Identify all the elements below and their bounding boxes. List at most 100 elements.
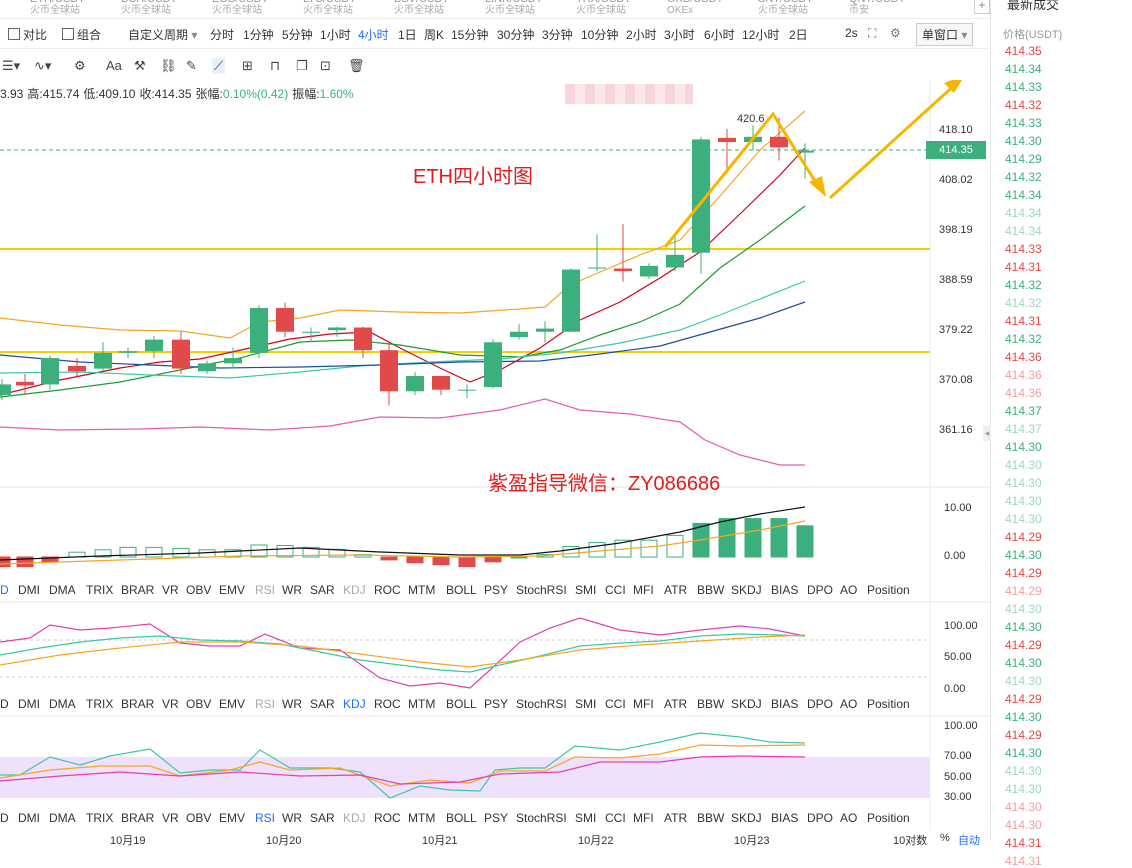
- indicator-tab[interactable]: RSI: [255, 697, 275, 711]
- period-option[interactable]: 4小时: [358, 26, 389, 43]
- period-option[interactable]: 30分钟: [497, 26, 534, 43]
- window-mode-select[interactable]: 单窗口 ▾: [916, 23, 974, 46]
- indicator-tab[interactable]: DMA: [49, 583, 76, 597]
- fullscreen-icon[interactable]: ⛶: [868, 26, 876, 41]
- period-option[interactable]: 1日: [398, 26, 417, 43]
- settings-icon[interactable]: ⚙: [890, 26, 901, 40]
- delete-icon[interactable]: 🗑: [348, 58, 365, 74]
- indicator-icon[interactable]: ∿▾: [34, 58, 51, 74]
- indicator-tab[interactable]: EMV: [219, 697, 245, 711]
- indicator-tab[interactable]: StochRSI: [516, 583, 567, 597]
- indicator-tab[interactable]: BBW: [697, 697, 724, 711]
- indicator-tab[interactable]: SMI: [575, 697, 596, 711]
- menu-icon[interactable]: ☰▾: [2, 58, 20, 74]
- indicator-tab[interactable]: WR: [282, 697, 302, 711]
- indicator-tab[interactable]: ATR: [664, 583, 687, 597]
- pair-tab[interactable]: ETH/USDT火币全球站: [30, 0, 120, 16]
- indicator-tab[interactable]: KDJ: [343, 811, 366, 825]
- pair-tab[interactable]: LINK/USDT火币全球站: [485, 0, 575, 16]
- pair-tab[interactable]: OKB/USDTOKEx: [667, 0, 757, 16]
- period-option[interactable]: 3分钟: [542, 26, 573, 43]
- indicator-tab[interactable]: KDJ: [343, 697, 366, 711]
- period-option[interactable]: 6小时: [704, 26, 735, 43]
- indicator-tab[interactable]: MTM: [408, 697, 435, 711]
- combine-button[interactable]: 组合: [62, 26, 101, 43]
- indicator-tab[interactable]: MFI: [633, 583, 654, 597]
- log-toggle[interactable]: 10对数: [893, 832, 927, 848]
- indicator-tab[interactable]: MTM: [408, 583, 435, 597]
- period-option[interactable]: 1小时: [320, 26, 351, 43]
- indicator-tab[interactable]: TRIX: [86, 697, 113, 711]
- indicator-tab[interactable]: DPO: [807, 811, 833, 825]
- indicator-tab[interactable]: AO: [840, 811, 857, 825]
- indicator-tab[interactable]: BIAS: [771, 697, 798, 711]
- indicator-tab[interactable]: AO: [840, 697, 857, 711]
- indicator-tab[interactable]: RSI: [255, 811, 275, 825]
- indicator-tab[interactable]: Position: [867, 697, 910, 711]
- indicator-tab[interactable]: CCI: [605, 697, 626, 711]
- period-option[interactable]: 1分钟: [243, 26, 274, 43]
- indicator-tab[interactable]: PSY: [484, 583, 508, 597]
- indicator-tab[interactable]: PSY: [484, 811, 508, 825]
- pair-tab[interactable]: SNT/USDT火币全球站: [758, 0, 848, 16]
- indicator-tab[interactable]: CCI: [605, 583, 626, 597]
- indicator-tab[interactable]: WR: [282, 811, 302, 825]
- indicator-tab[interactable]: StochRSI: [516, 811, 567, 825]
- indicator-tab[interactable]: BRAR: [121, 811, 154, 825]
- indicator-tab[interactable]: MTM: [408, 811, 435, 825]
- indicator-tab[interactable]: AO: [840, 583, 857, 597]
- period-option[interactable]: 10分钟: [581, 26, 618, 43]
- indicator-tab[interactable]: DMA: [49, 811, 76, 825]
- indicator-tab[interactable]: VR: [162, 811, 179, 825]
- add-pair-button[interactable]: +: [974, 0, 990, 14]
- auto-toggle[interactable]: 自动: [958, 832, 980, 848]
- indicator-tab[interactable]: BRAR: [121, 583, 154, 597]
- indicator-tab[interactable]: SKDJ: [731, 583, 762, 597]
- indicator-tab[interactable]: BBW: [697, 583, 724, 597]
- chart-area[interactable]: [0, 80, 990, 841]
- compare-button[interactable]: 对比: [8, 26, 47, 43]
- period-option[interactable]: 分时: [210, 26, 234, 43]
- refresh-interval[interactable]: 2s: [845, 26, 858, 40]
- indicator-tab[interactable]: DMI: [18, 811, 40, 825]
- indicator-tab[interactable]: CCI: [605, 811, 626, 825]
- screenshot-icon[interactable]: ⊡: [320, 58, 331, 74]
- pair-tab[interactable]: TRX/USDT火币全球站: [576, 0, 666, 16]
- indicator-tab[interactable]: EMV: [219, 811, 245, 825]
- indicator-tab[interactable]: DPO: [807, 697, 833, 711]
- period-option[interactable]: 3小时: [664, 26, 695, 43]
- indicator-tab[interactable]: BIAS: [771, 583, 798, 597]
- indicator-tab[interactable]: SKDJ: [731, 697, 762, 711]
- indicator-tab[interactable]: StochRSI: [516, 697, 567, 711]
- indicator-tab[interactable]: BIAS: [771, 811, 798, 825]
- indicator-tab[interactable]: BOLL: [446, 697, 477, 711]
- text-tool-icon[interactable]: Aa: [106, 58, 122, 73]
- indicator-tab[interactable]: DMI: [18, 583, 40, 597]
- indicator-tab[interactable]: OBV: [186, 697, 211, 711]
- period-option[interactable]: 周K: [424, 26, 444, 43]
- collapse-handle[interactable]: ◂: [983, 425, 991, 441]
- indicator-tab[interactable]: OBV: [186, 811, 211, 825]
- indicator-tab[interactable]: DMI: [18, 697, 40, 711]
- pair-tab[interactable]: BSV/USDT火币全球站: [394, 0, 484, 16]
- indicator-tab[interactable]: SAR: [310, 811, 335, 825]
- measure-icon[interactable]: ⊞: [242, 58, 253, 74]
- indicator-tab[interactable]: ATR: [664, 697, 687, 711]
- lock-icon[interactable]: ⊓: [270, 58, 280, 74]
- period-option[interactable]: 2小时: [626, 26, 657, 43]
- indicator-tab[interactable]: ROC: [374, 583, 401, 597]
- indicator-tab[interactable]: TRIX: [86, 811, 113, 825]
- indicator-tab[interactable]: MFI: [633, 811, 654, 825]
- indicator-tab[interactable]: TRIX: [86, 583, 113, 597]
- indicator-tab[interactable]: D: [0, 811, 9, 825]
- pair-tab[interactable]: QNT/USDT币安: [849, 0, 939, 16]
- period-option[interactable]: 15分钟: [451, 26, 488, 43]
- indicator-tab[interactable]: ROC: [374, 811, 401, 825]
- custom-period-dropdown[interactable]: 自定义周期 ▾: [128, 26, 197, 43]
- period-option[interactable]: 12小时: [742, 26, 779, 43]
- period-option[interactable]: 5分钟: [282, 26, 313, 43]
- indicator-tab[interactable]: Position: [867, 811, 910, 825]
- indicator-tab[interactable]: SAR: [310, 583, 335, 597]
- indicator-tab[interactable]: PSY: [484, 697, 508, 711]
- percent-toggle[interactable]: %: [940, 832, 950, 844]
